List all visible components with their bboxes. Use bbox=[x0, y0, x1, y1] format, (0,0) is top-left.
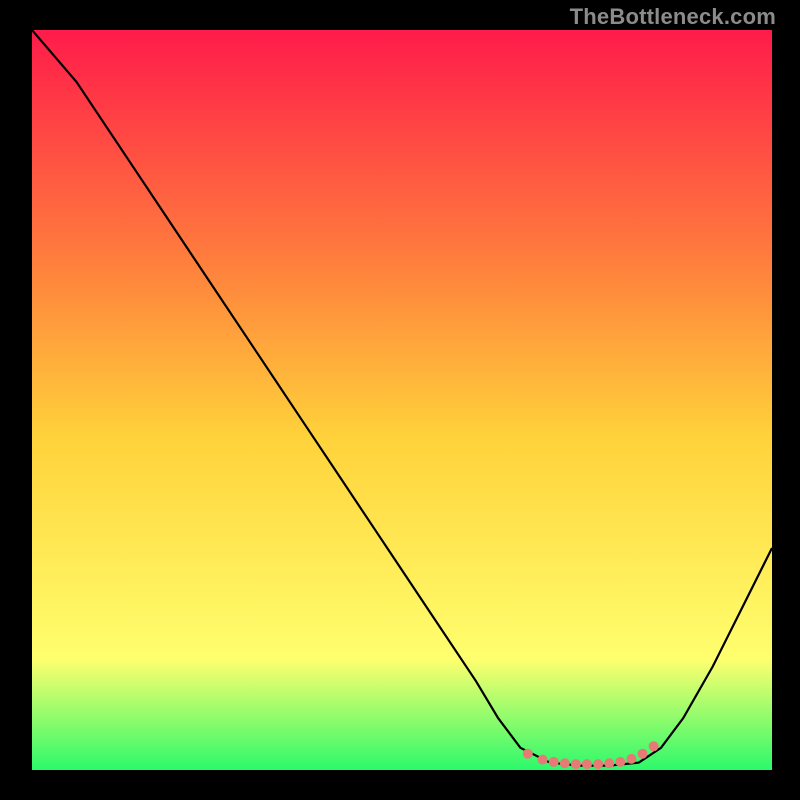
chart-frame: TheBottleneck.com bbox=[0, 0, 800, 800]
gradient-background bbox=[32, 30, 772, 770]
valley-dot bbox=[638, 749, 648, 759]
valley-dot bbox=[582, 759, 592, 769]
valley-dot bbox=[593, 759, 603, 769]
watermark-text: TheBottleneck.com bbox=[570, 4, 776, 30]
valley-dot bbox=[649, 741, 659, 751]
valley-dot bbox=[560, 758, 570, 768]
valley-dot bbox=[604, 758, 614, 768]
valley-dot bbox=[615, 757, 625, 767]
valley-dot bbox=[571, 759, 581, 769]
valley-dot bbox=[538, 755, 548, 765]
plot-area bbox=[32, 30, 772, 770]
bottleneck-chart bbox=[32, 30, 772, 770]
valley-dot bbox=[523, 749, 533, 759]
valley-dot bbox=[626, 754, 636, 764]
valley-dot bbox=[549, 757, 559, 767]
